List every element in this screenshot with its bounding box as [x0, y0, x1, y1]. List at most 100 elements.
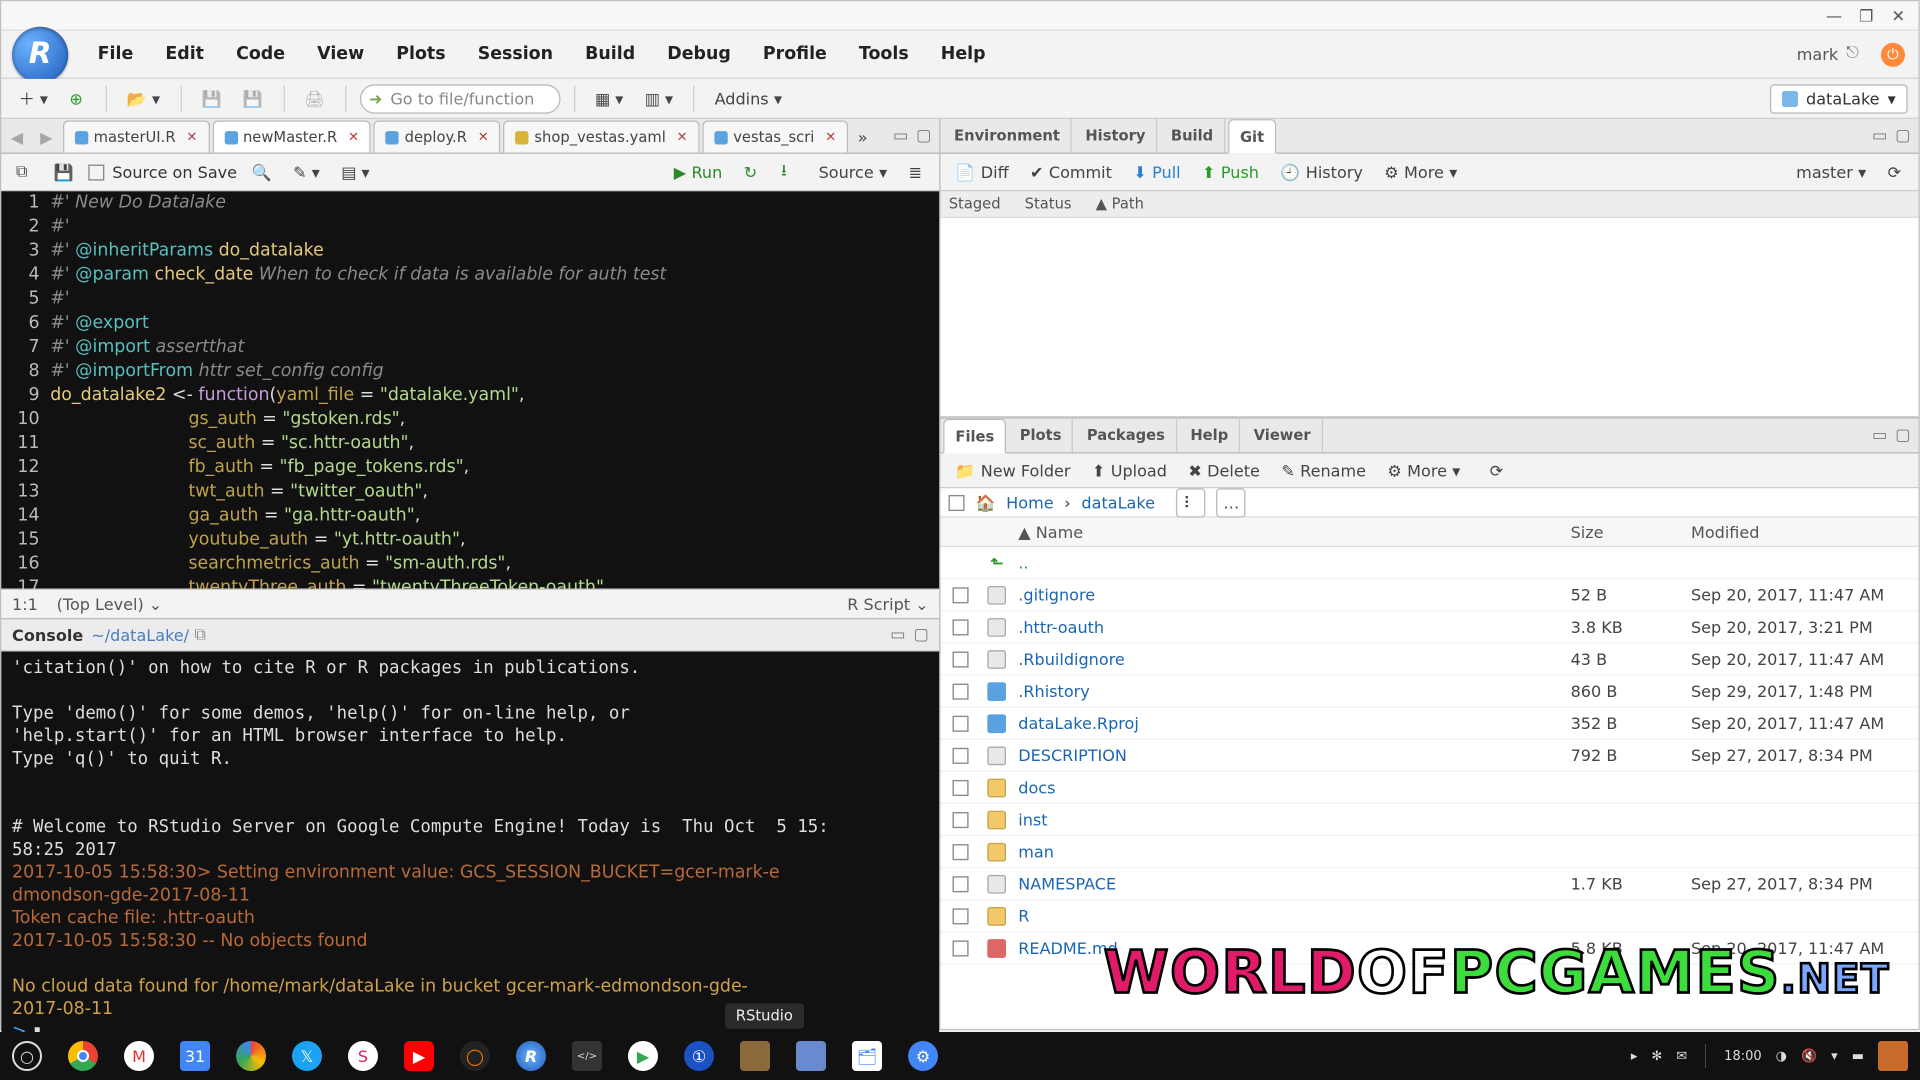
file-checkbox[interactable] [953, 940, 969, 956]
git-pull-button[interactable]: ⬇ Pull [1127, 157, 1188, 186]
files-max-icon[interactable]: ▢ [1895, 426, 1910, 445]
file-row[interactable]: docs [941, 772, 1919, 804]
git-push-button[interactable]: ⬆ Push [1195, 157, 1265, 186]
breadcrumb-project[interactable]: dataLake [1081, 494, 1155, 513]
file-checkbox[interactable] [953, 683, 969, 699]
file-checkbox[interactable] [953, 716, 969, 732]
console-path[interactable]: ~/dataLake/ [91, 625, 189, 644]
launcher-icon[interactable]: ○ [12, 1041, 42, 1071]
tray-mute-icon[interactable]: 🔇 [1801, 1049, 1817, 1064]
files-tab-files[interactable]: Files [943, 419, 1006, 454]
delete-button[interactable]: ✖ Delete [1182, 456, 1267, 485]
run-button[interactable]: ▶ Run [667, 157, 729, 186]
window-maximize-button[interactable]: ❐ [1857, 6, 1876, 25]
tray-vpn-icon[interactable]: ◑ [1776, 1049, 1787, 1064]
menu-plots[interactable]: Plots [380, 44, 461, 64]
power-icon[interactable]: ⏻ [1881, 42, 1905, 66]
git-commit-button[interactable]: ✔ Commit [1023, 157, 1118, 186]
user-avatar[interactable] [1878, 1041, 1908, 1071]
menu-tools[interactable]: Tools [843, 44, 925, 64]
source-tab[interactable]: vestas_scri× [702, 120, 848, 152]
gmail-icon[interactable]: M [124, 1041, 154, 1071]
file-row[interactable]: R [941, 901, 1919, 933]
file-checkbox[interactable] [953, 876, 969, 892]
code-editor[interactable]: 12345678910111213141516171819 #' New Do … [1, 191, 939, 588]
signout-icon[interactable]: ⎋ [1846, 42, 1870, 66]
tab-close-icon[interactable]: × [478, 130, 489, 145]
tray-battery-icon[interactable]: ▬ [1852, 1049, 1864, 1064]
env-tab-history[interactable]: History [1075, 118, 1158, 153]
git-refresh-button[interactable]: ⟳ [1881, 157, 1910, 186]
file-row[interactable]: .httr-oauth3.8 KBSep 20, 2017, 3:21 PM [941, 612, 1919, 644]
git-branch-selector[interactable]: master ▾ [1789, 157, 1872, 186]
tabs-overflow-button[interactable]: » [851, 123, 880, 152]
new-project-button[interactable]: ⊕ [63, 84, 92, 113]
files-min-icon[interactable]: ▭ [1872, 426, 1887, 445]
file-checkbox[interactable] [953, 908, 969, 924]
rerun-button[interactable]: ↻ [737, 157, 766, 186]
files-more-button[interactable]: ⚙ More ▾ [1381, 456, 1467, 485]
env-tab-build[interactable]: Build [1160, 118, 1225, 153]
menu-build[interactable]: Build [569, 44, 651, 64]
source-tab[interactable]: shop_vestas.yaml× [504, 120, 700, 152]
env-min-icon[interactable]: ▭ [1872, 126, 1887, 145]
console-popout-icon[interactable]: ⧉ [194, 625, 205, 645]
tray-wifi-icon[interactable]: ▾ [1831, 1049, 1838, 1064]
files-taskbar-icon[interactable]: 🗂 [852, 1041, 882, 1071]
file-row[interactable]: dataLake.Rproj352 BSep 20, 2017, 11:47 A… [941, 708, 1919, 740]
popout-button[interactable]: ⧉ [9, 157, 38, 186]
files-tab-help[interactable]: Help [1180, 418, 1241, 453]
file-checkbox[interactable] [953, 587, 969, 603]
grid-toggle-button[interactable]: ▦ ▾ [588, 84, 630, 113]
git-history-button[interactable]: 🕘 History [1274, 157, 1370, 186]
go-to-dir-button[interactable]: ⠇ [1176, 488, 1205, 517]
nav-fwd-button[interactable]: ▶ [33, 123, 62, 152]
save-source-button[interactable]: 💾 [47, 157, 80, 186]
save-button[interactable]: 💾 [195, 84, 228, 113]
clock[interactable]: 18:00 [1724, 1049, 1761, 1064]
files-options-button[interactable]: … [1217, 488, 1246, 517]
gimp-icon[interactable] [740, 1041, 770, 1071]
compile-button[interactable]: ▤ ▾ [335, 157, 377, 186]
source-on-save-checkbox[interactable] [88, 164, 104, 180]
play-store-icon[interactable]: ▶ [628, 1041, 658, 1071]
settings-icon[interactable]: ⚙ [908, 1041, 938, 1071]
git-file-list[interactable] [941, 218, 1919, 418]
git-diff-button[interactable]: 📄 Diff [949, 157, 1016, 186]
menu-view[interactable]: View [301, 44, 380, 64]
menu-edit[interactable]: Edit [149, 44, 220, 64]
file-row[interactable]: .Rhistory860 BSep 29, 2017, 1:48 PM [941, 676, 1919, 708]
youtube-icon[interactable]: ▶ [404, 1041, 434, 1071]
new-file-button[interactable]: ＋ ▾ [12, 84, 55, 113]
tab-close-icon[interactable]: × [677, 130, 688, 145]
select-all-checkbox[interactable] [949, 495, 965, 511]
files-refresh-button[interactable]: ⟳ [1483, 456, 1512, 485]
file-row[interactable]: inst [941, 805, 1919, 837]
breadcrumb-home[interactable]: Home [1006, 494, 1053, 513]
home-icon[interactable]: 🏠 [975, 494, 995, 513]
tray-sync-icon[interactable]: ✻ [1651, 1049, 1662, 1064]
find-button[interactable]: 🔍 [245, 157, 278, 186]
menu-session[interactable]: Session [462, 44, 569, 64]
tab-close-icon[interactable]: × [825, 130, 836, 145]
tray-cast-icon[interactable]: ▸ [1631, 1049, 1638, 1064]
tray-mail-icon[interactable]: ✉ [1676, 1049, 1687, 1064]
1password-icon[interactable]: ① [684, 1041, 714, 1071]
project-selector[interactable]: dataLake ▾ [1770, 84, 1908, 113]
menu-profile[interactable]: Profile [747, 44, 843, 64]
source-tab[interactable]: masterUI.R× [63, 120, 210, 152]
file-checkbox[interactable] [953, 780, 969, 796]
env-max-icon[interactable]: ▢ [1895, 126, 1910, 145]
twitter-icon[interactable]: 𝕏 [292, 1041, 322, 1071]
nav-back-button[interactable]: ◀ [4, 123, 33, 152]
new-folder-button[interactable]: 📁 New Folder [949, 456, 1077, 485]
window-close-button[interactable]: ✕ [1889, 6, 1908, 25]
goto-file-input[interactable]: Go to file/function [360, 84, 561, 113]
menu-file[interactable]: File [82, 44, 150, 64]
files-tab-packages[interactable]: Packages [1076, 418, 1177, 453]
file-row[interactable]: NAMESPACE1.7 KBSep 27, 2017, 8:34 PM [941, 869, 1919, 901]
go-down-button[interactable]: ⭳ [774, 157, 803, 186]
file-row[interactable]: .Rbuildignore43 BSep 20, 2017, 11:47 AM [941, 644, 1919, 676]
menu-help[interactable]: Help [925, 44, 1002, 64]
source-tab[interactable]: newMaster.R× [212, 120, 371, 152]
